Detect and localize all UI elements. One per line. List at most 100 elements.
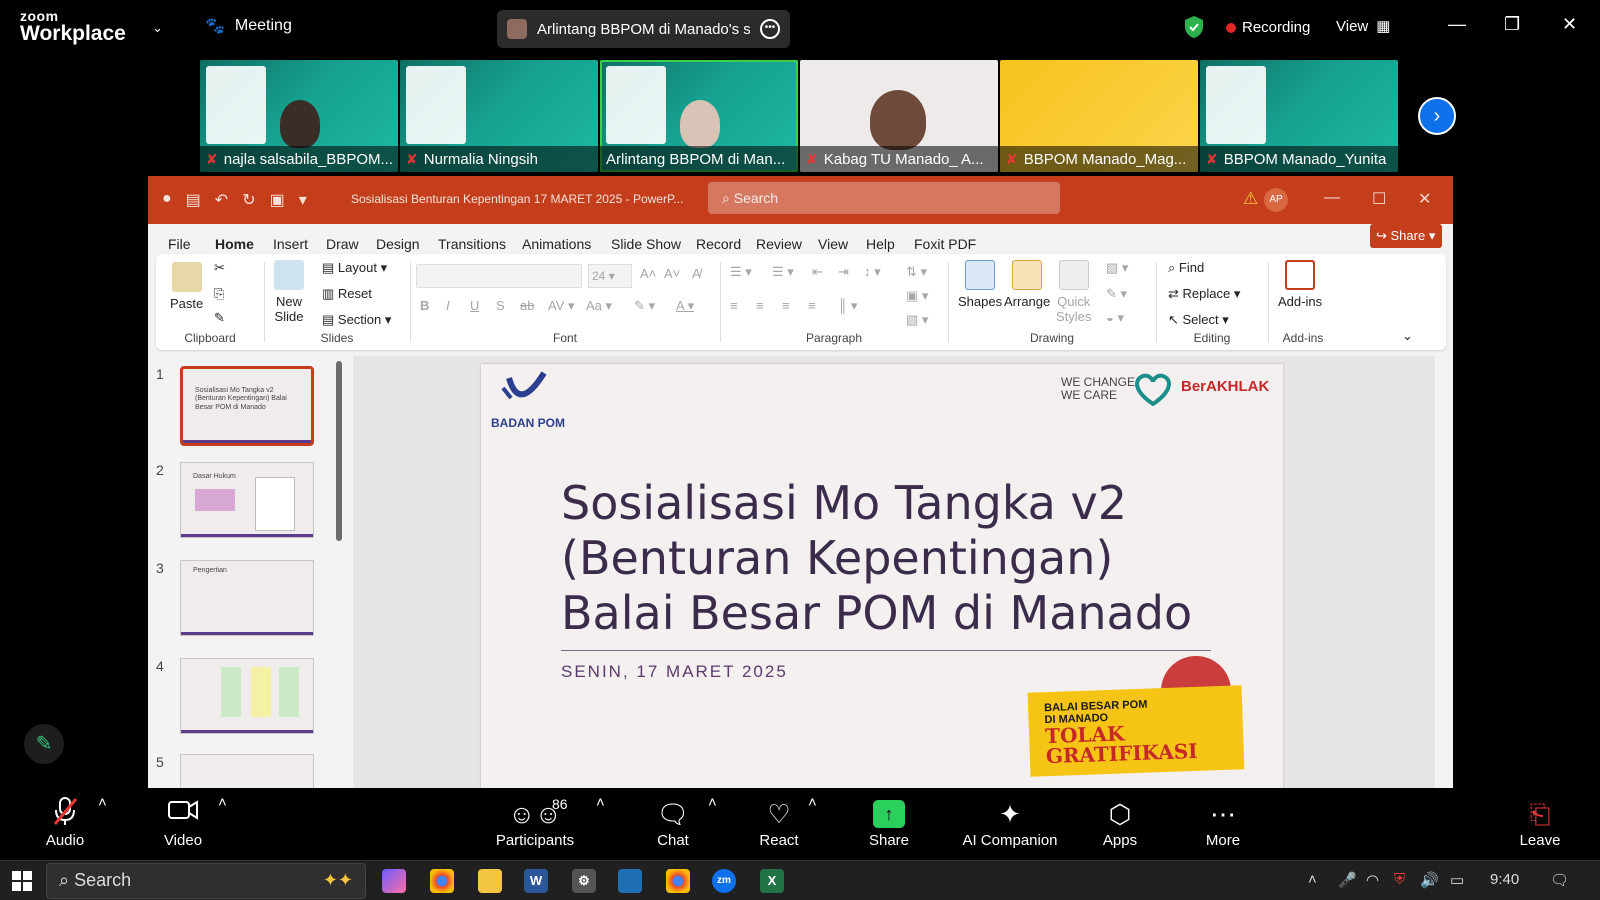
battery-icon[interactable]: ▭ (1450, 871, 1464, 889)
video-tile[interactable]: ✘ najla salsabila_BBPOM... (200, 60, 398, 172)
numbering-icon[interactable]: ☰ ▾ (772, 264, 794, 280)
excel-icon[interactable]: X (760, 869, 784, 893)
ppt-search-box[interactable]: ⌕ Search (708, 182, 1060, 214)
taskbar-search[interactable]: ⌕ Search ✦✦ (46, 863, 366, 899)
minimize-icon[interactable]: — (1448, 14, 1466, 35)
thumbnail-scrollbar[interactable] (336, 361, 342, 541)
justify-icon[interactable]: ≡ (808, 298, 816, 313)
more-options-icon[interactable]: ••• (760, 19, 780, 39)
slide-thumbnail[interactable] (180, 754, 314, 788)
chat-button[interactable]: 🗨 Chat (648, 796, 698, 849)
shape-fill-icon[interactable]: ▧ ▾ (1106, 260, 1128, 276)
windows-start-icon[interactable] (12, 871, 32, 891)
font-color-icon[interactable]: A ▾ (676, 298, 694, 314)
tab-draw[interactable]: Draw (326, 236, 359, 252)
chrome-icon[interactable] (430, 869, 454, 893)
recording-indicator[interactable]: Recording (1226, 19, 1310, 36)
save-icon[interactable]: ▤ (186, 190, 201, 210)
cut-icon[interactable]: ✂ (214, 260, 225, 276)
video-options-caret-icon[interactable]: ˄ (218, 794, 227, 811)
shape-effects-icon[interactable]: ◒ ▾ (1106, 310, 1124, 326)
redo-icon[interactable]: ↻ (242, 190, 255, 210)
audio-button[interactable]: Audio (40, 796, 90, 849)
customize-icon[interactable]: ▾ (299, 190, 307, 210)
tab-design[interactable]: Design (376, 236, 420, 252)
clock[interactable]: 9:40 (1490, 871, 1519, 888)
close-icon[interactable]: ✕ (1562, 14, 1577, 35)
align-right-icon[interactable]: ≡ (782, 298, 790, 313)
tab-view[interactable]: View (818, 236, 848, 252)
meeting-menu[interactable]: 🐾 Meeting (205, 16, 292, 36)
addins-button[interactable]: Add-ins (1278, 260, 1322, 309)
ppt-share-button[interactable]: ↪ Share ▾ (1370, 224, 1442, 248)
user-avatar[interactable]: AP (1264, 188, 1288, 212)
volume-icon[interactable]: 🔊 (1420, 871, 1439, 889)
italic-icon[interactable]: I (446, 298, 450, 313)
current-slide[interactable]: BADAN POM WE CHANGE WE CARE BerAKHLAK So… (481, 364, 1283, 788)
arrange-button[interactable]: Arrange (1004, 260, 1050, 309)
slide-thumbnail[interactable] (180, 658, 314, 734)
undo-icon[interactable]: ↶ (215, 190, 228, 210)
decrease-indent-icon[interactable]: ⇤ (812, 264, 823, 280)
line-spacing-icon[interactable]: ↕ ▾ (864, 264, 881, 280)
shield-check-icon[interactable] (1183, 15, 1205, 44)
bullets-icon[interactable]: ☰ ▾ (730, 264, 752, 280)
more-button[interactable]: ⋯ More (1198, 796, 1248, 849)
microphone-icon[interactable]: 🎤 (1338, 871, 1357, 889)
align-center-icon[interactable]: ≡ (756, 298, 764, 313)
video-tile[interactable]: ✘ BBPOM Manado_Mag... (1000, 60, 1198, 172)
align-left-icon[interactable]: ≡ (730, 298, 738, 313)
paste-button[interactable]: Paste (170, 262, 203, 311)
find-button[interactable]: ⌕ Find (1168, 260, 1204, 276)
ppt-minimize-icon[interactable]: — (1324, 189, 1340, 207)
participants-button[interactable]: ☺☺ 86 Participants (490, 796, 580, 849)
shrink-font-icon[interactable]: A˅ (664, 266, 680, 281)
select-button[interactable]: ↖ Select ▾ (1168, 312, 1229, 328)
word-icon[interactable]: W (524, 869, 548, 893)
tab-animations[interactable]: Animations (522, 236, 591, 252)
notifications-icon[interactable]: 🗨 (1550, 871, 1569, 889)
change-case-icon[interactable]: Aa ▾ (586, 298, 612, 314)
shape-outline-icon[interactable]: ✎ ▾ (1106, 286, 1127, 302)
tab-record[interactable]: Record (696, 236, 741, 252)
tab-insert[interactable]: Insert (273, 236, 308, 252)
present-icon[interactable]: ▣ (270, 190, 285, 210)
tab-home[interactable]: Home (215, 236, 254, 261)
autosave-icon[interactable]: ● (162, 190, 172, 210)
apps-button[interactable]: ⬡ Apps (1095, 796, 1145, 849)
section-button[interactable]: ▤ Section ▾ (322, 312, 391, 328)
video-tile-active-speaker[interactable]: Arlintang BBPOM di Man... (600, 60, 798, 172)
spacing-icon[interactable]: AV ▾ (548, 298, 575, 314)
react-button[interactable]: ♡ React (754, 796, 804, 849)
format-painter-icon[interactable]: ✎ (214, 310, 225, 326)
underline-icon[interactable]: U (470, 298, 479, 313)
increase-indent-icon[interactable]: ⇥ (838, 264, 849, 280)
tab-help[interactable]: Help (866, 236, 895, 252)
warning-icon[interactable]: ⚠ (1243, 189, 1258, 209)
text-direction-icon[interactable]: ⇅ ▾ (906, 264, 927, 280)
ai-companion-button[interactable]: ✦ AI Companion (960, 796, 1060, 849)
security-icon[interactable]: ⛨ (1394, 871, 1405, 888)
copy-icon[interactable]: ⎘ (214, 286, 224, 302)
grow-font-icon[interactable]: A˄ (640, 266, 656, 281)
zoom-app-icon[interactable]: zm (712, 869, 736, 893)
tab-slide-show[interactable]: Slide Show (611, 236, 681, 252)
chat-caret-icon[interactable]: ˄ (708, 794, 717, 811)
chevron-down-icon[interactable]: ⌄ (152, 20, 166, 35)
participants-caret-icon[interactable]: ˄ (596, 794, 605, 811)
columns-icon[interactable]: ║ ▾ (838, 298, 857, 314)
font-name-box[interactable] (416, 264, 582, 288)
ppt-restore-icon[interactable]: ☐ (1372, 189, 1386, 209)
tab-foxit-pdf[interactable]: Foxit PDF (914, 236, 976, 252)
clear-format-icon[interactable]: A̸ (692, 266, 701, 281)
leave-button[interactable]: ⎗ Leave (1515, 796, 1565, 849)
slide-thumbnail[interactable]: Pengertian (180, 560, 314, 636)
smartart-icon[interactable]: ▧ ▾ (906, 312, 928, 328)
shadow-icon[interactable]: S (496, 298, 505, 313)
ppt-close-icon[interactable]: ✕ (1418, 189, 1431, 209)
file-explorer-icon[interactable] (478, 869, 502, 893)
view-button[interactable]: View ▦ (1336, 17, 1390, 36)
app-icon[interactable] (618, 869, 642, 893)
video-tile[interactable]: ✘ BBPOM Manado_Yunita (1200, 60, 1398, 172)
show-hidden-icons-icon[interactable]: ˄ (1308, 871, 1317, 888)
